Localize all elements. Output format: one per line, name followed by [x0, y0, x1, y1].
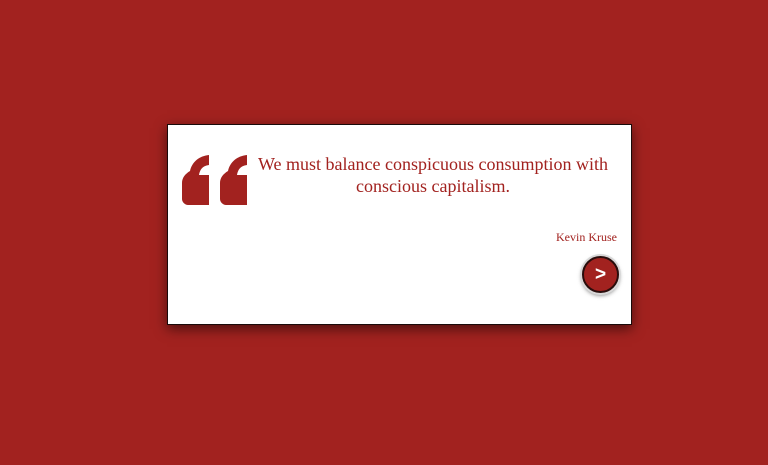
- next-quote-button[interactable]: >: [582, 256, 619, 293]
- quote-mark-icon: [182, 155, 248, 205]
- quote-author: Kevin Kruse: [556, 230, 617, 244]
- page-background: We must balance conspicuous consumption …: [0, 0, 768, 465]
- quote-text: We must balance conspicuous consumption …: [258, 154, 608, 196]
- quote-card: We must balance conspicuous consumption …: [167, 124, 632, 325]
